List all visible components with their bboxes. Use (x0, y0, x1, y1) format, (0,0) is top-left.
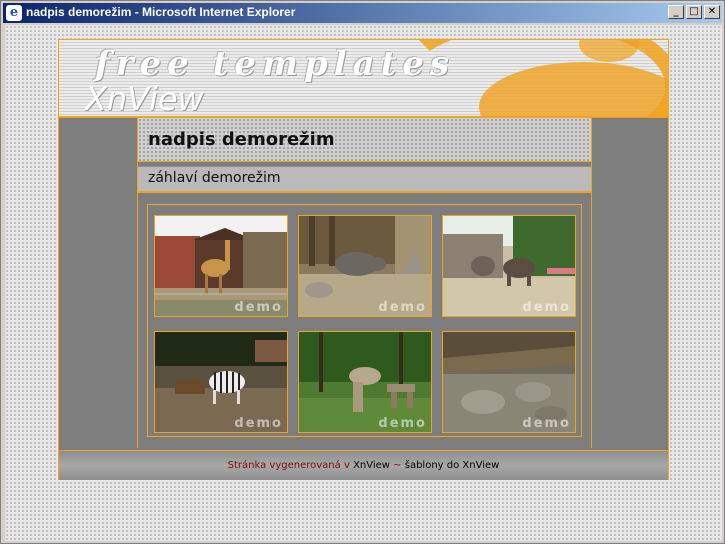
thumbnail-zebra[interactable]: demo (154, 331, 288, 433)
page-viewport[interactable]: free templates XnView nadpis demorežim z… (5, 25, 722, 541)
watermark: demo (522, 416, 571, 431)
internet-explorer-icon[interactable]: e (6, 5, 22, 21)
footer-separator: ~ (393, 460, 402, 471)
banner-free-templates: free templates (95, 44, 456, 84)
subheading-bar: záhlaví demorežim (138, 166, 591, 193)
close-button[interactable]: ✕ (704, 5, 720, 19)
thumbnail-elephants[interactable]: demo (442, 215, 576, 317)
thumbnail-rock-sculpture[interactable]: demo (298, 331, 432, 433)
template-page: free templates XnView nadpis demorežim z… (58, 39, 669, 480)
page-title: nadpis demorežim (148, 129, 335, 150)
watermark: demo (234, 300, 283, 315)
thumbnail-rhinoceros[interactable]: demo (298, 215, 432, 317)
footer-text: Stránka vygenerovaná v XnView ~ šablony … (59, 460, 668, 471)
subheading: záhlaví demorežim (148, 170, 281, 186)
page-heading: nadpis demorežim (138, 118, 591, 162)
window-title: nadpis demorežim - Microsoft Internet Ex… (26, 5, 296, 19)
maximize-button[interactable]: □ (686, 5, 702, 19)
title-bar[interactable]: e nadpis demorežim - Microsoft Internet … (3, 3, 722, 23)
watermark: demo (522, 300, 571, 315)
watermark: demo (378, 416, 427, 431)
content-column: nadpis demorežim záhlaví demorežim demo … (137, 118, 592, 448)
thumbnail-enclosure[interactable]: demo (442, 331, 576, 433)
banner-xnview: XnView (85, 80, 204, 118)
footer: Stránka vygenerovaná v XnView ~ šablony … (59, 450, 668, 480)
footer-generated-label: Stránka vygenerovaná v (227, 460, 350, 471)
footer-xnview-link[interactable]: XnView (353, 460, 390, 471)
footer-templates-link[interactable]: šablony do XnView (405, 460, 500, 471)
thumbnail-gallery: demo demo demo demo demo demo (147, 204, 582, 437)
watermark: demo (378, 300, 427, 315)
watermark: demo (234, 416, 283, 431)
minimize-button[interactable]: _ (668, 5, 684, 19)
thumbnail-giraffe[interactable]: demo (154, 215, 288, 317)
banner: free templates XnView (59, 40, 668, 118)
browser-window: e nadpis demorežim - Microsoft Internet … (0, 0, 725, 544)
